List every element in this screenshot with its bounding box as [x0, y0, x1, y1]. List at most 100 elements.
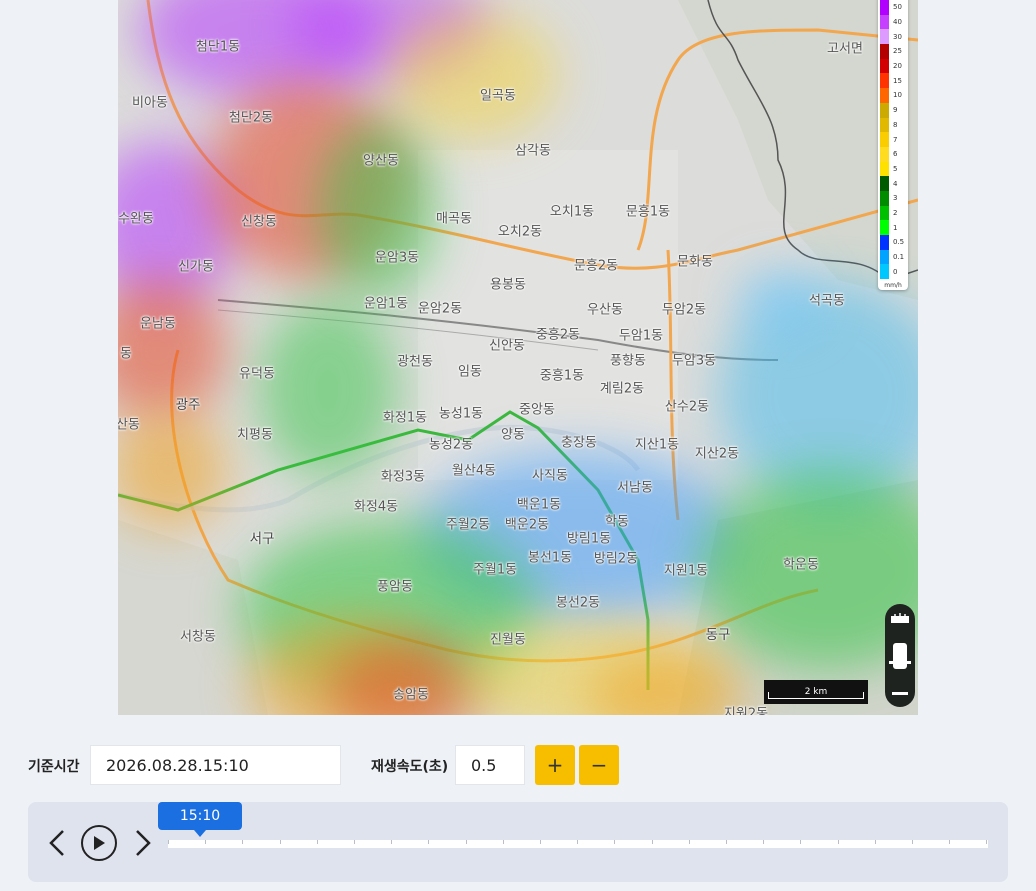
speed-field[interactable]: 0.5: [455, 745, 525, 785]
place-label: 충장동: [561, 435, 597, 451]
legend-label: 30: [893, 32, 902, 41]
place-label: 풍암동: [377, 579, 413, 595]
place-label: 우산동: [587, 302, 623, 318]
timeline-tick: [800, 840, 802, 844]
chevron-right-icon: [136, 830, 151, 856]
legend-row: 2: [880, 205, 906, 221]
place-label: 고서면: [827, 41, 863, 57]
timeline-tick: [837, 840, 839, 844]
legend-label: 0: [893, 267, 898, 276]
legend-swatch: [880, 73, 889, 89]
place-label: 지원2동: [723, 706, 769, 716]
minus-icon: [892, 692, 908, 695]
legend-row: 4: [880, 176, 906, 191]
timeline-tick: [391, 840, 393, 844]
timeline-tick: [726, 840, 727, 844]
legend-row: 7: [880, 132, 906, 147]
place-label: 문화동: [677, 254, 713, 270]
place-label: 신창동: [241, 214, 277, 230]
place-label: 주월1동: [472, 562, 518, 578]
legend-label: 3: [893, 194, 898, 203]
speed-plus-button[interactable]: +: [535, 745, 575, 785]
place-label: 동구: [705, 627, 731, 643]
place-label: 화정1동: [382, 410, 428, 426]
place-label: 수완동: [118, 211, 154, 227]
place-label: 백운2동: [504, 517, 550, 533]
legend-swatch: [880, 249, 889, 265]
legend-swatch: [880, 264, 889, 280]
legend-swatch: [880, 44, 889, 59]
zoom-slider[interactable]: [889, 642, 911, 669]
radar-green-cell: [318, 120, 438, 300]
legend-swatch: [880, 146, 889, 162]
next-button[interactable]: [130, 828, 154, 858]
place-label: 유덕동: [239, 366, 275, 382]
legend-row: 40: [880, 14, 906, 30]
prev-button[interactable]: [46, 828, 70, 858]
place-label: 두암2동: [661, 302, 707, 318]
zoom-in-button[interactable]: [890, 612, 910, 628]
zoom-out-button[interactable]: [892, 683, 908, 699]
radar-map[interactable]: 첨단1동 비아동 첨단2동 일곡동 삼각동 양산동 고서면 수완동 신창동 매곡…: [118, 0, 918, 715]
timeline-tick: [316, 840, 318, 844]
place-label: 산동: [118, 417, 140, 433]
speed-minus-button[interactable]: −: [579, 745, 619, 785]
timeline-tick: [279, 840, 281, 844]
place-label: 화정3동: [380, 469, 426, 485]
timeline-tick: [614, 840, 616, 844]
legend-swatch: [880, 117, 889, 133]
legend-label: 2: [893, 208, 898, 217]
legend-row: 1: [880, 220, 906, 235]
legend-row: 50: [880, 0, 906, 15]
place-label: 서창동: [180, 629, 216, 645]
place-label: 서남동: [617, 480, 653, 496]
place-label: 오치2동: [497, 224, 543, 240]
place-label: 학운동: [783, 557, 819, 573]
place-label: 주월2동: [445, 517, 491, 533]
legend-label: 15: [893, 76, 902, 85]
place-label: 사직동: [532, 468, 568, 484]
timeline-tick: [577, 840, 579, 844]
place-label: 봉선1동: [527, 550, 573, 566]
place-label: 서구: [249, 531, 275, 547]
legend-swatch: [880, 102, 889, 118]
legend-unit: mm/h: [884, 282, 902, 290]
legend-row: 3: [880, 190, 906, 206]
place-label: 지원1동: [663, 563, 709, 579]
timeline-track[interactable]: [168, 840, 988, 848]
legend-label: 7: [893, 135, 898, 144]
place-label: 운암1동: [363, 296, 409, 312]
player-bar: 15:10: [28, 802, 1008, 882]
base-time-field[interactable]: 2026.08.28.15:10: [90, 745, 341, 785]
legend-label: 0.1: [893, 253, 905, 262]
legend-swatch: [880, 29, 889, 45]
place-label: 중흥1동: [539, 368, 585, 384]
legend-label: 5: [893, 164, 898, 173]
place-label: 송암동: [393, 687, 429, 703]
place-label: 문흥2동: [573, 258, 619, 274]
place-label: 일곡동: [480, 88, 516, 104]
scale-bar: 2 km: [764, 680, 868, 704]
legend-swatch: [880, 235, 889, 250]
timeline-tick: [205, 840, 207, 844]
legend-swatch: [880, 205, 889, 221]
legend-row: 10: [880, 88, 906, 103]
legend-row: 0.5: [880, 235, 906, 250]
base-time-label: 기준시간: [28, 759, 80, 775]
place-label: 광주: [175, 397, 201, 413]
place-label: 용봉동: [490, 277, 526, 293]
legend-label: 20: [893, 62, 902, 71]
legend-swatch: [880, 0, 889, 15]
legend-row: 9: [880, 102, 906, 118]
place-label: 지산2동: [694, 446, 740, 462]
legend-swatch: [880, 132, 889, 147]
place-label: 봉선2동: [555, 595, 601, 611]
radar-green-cell: [258, 300, 398, 480]
legend-row: 8: [880, 117, 906, 133]
place-label: 오치1동: [549, 204, 595, 220]
place-label: 지산1동: [634, 437, 680, 453]
ruler-icon: [891, 613, 909, 623]
timeline-tick: [949, 840, 951, 844]
current-time-bubble[interactable]: 15:10: [158, 802, 242, 837]
play-button[interactable]: [81, 825, 117, 861]
